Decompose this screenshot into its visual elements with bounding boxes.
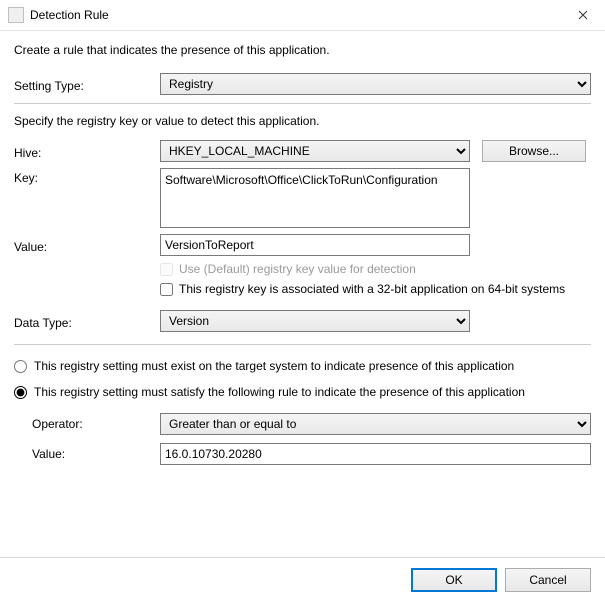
radio-satisfy-label: This registry setting must satisfy the f… (34, 385, 525, 399)
radio-exist-label: This registry setting must exist on the … (34, 359, 514, 373)
footer: OK Cancel (0, 557, 605, 601)
use-default-label: Use (Default) registry key value for det… (179, 262, 416, 276)
hive-label: Hive: (14, 143, 160, 160)
use-default-checkbox (160, 263, 173, 276)
window-icon (8, 7, 24, 23)
window-title: Detection Rule (30, 8, 109, 22)
value-input[interactable] (160, 234, 470, 256)
data-type-select[interactable]: Version (160, 310, 470, 332)
hive-row: Hive: HKEY_LOCAL_MACHINE Browse... (14, 140, 591, 162)
titlebar: Detection Rule (0, 0, 605, 31)
value-label: Value: (14, 237, 160, 254)
key-textarea[interactable]: Software\Microsoft\Office\ClickToRun\Con… (160, 168, 470, 228)
key-row: Key: Software\Microsoft\Office\ClickToRu… (14, 168, 591, 228)
cancel-button[interactable]: Cancel (505, 568, 591, 592)
ok-button[interactable]: OK (411, 568, 497, 592)
is-32bit-checkbox[interactable] (160, 283, 173, 296)
use-default-row: Use (Default) registry key value for det… (160, 262, 591, 276)
browse-button[interactable]: Browse... (482, 140, 586, 162)
is-32bit-label: This registry key is associated with a 3… (179, 282, 565, 296)
radio-satisfy-row: This registry setting must satisfy the f… (14, 385, 591, 399)
close-icon (578, 10, 588, 20)
rule-value-label: Value: (14, 447, 160, 461)
is-32bit-row: This registry key is associated with a 3… (160, 282, 591, 296)
intro-text: Create a rule that indicates the presenc… (14, 43, 591, 57)
registry-sub-text: Specify the registry key or value to det… (14, 114, 591, 128)
radio-exist-row: This registry setting must exist on the … (14, 359, 591, 373)
rule-value-row: Value: (14, 443, 591, 465)
operator-row: Operator: Greater than or equal to (14, 413, 591, 435)
hive-select[interactable]: HKEY_LOCAL_MACHINE (160, 140, 470, 162)
setting-type-row: Setting Type: Registry (14, 73, 591, 95)
rule-value-input[interactable] (160, 443, 591, 465)
data-type-row: Data Type: Version (14, 310, 591, 332)
close-button[interactable] (560, 0, 605, 30)
dialog-content: Create a rule that indicates the presenc… (0, 31, 605, 465)
divider-1 (14, 103, 591, 104)
divider-2 (14, 344, 591, 345)
operator-select[interactable]: Greater than or equal to (160, 413, 591, 435)
data-type-label: Data Type: (14, 313, 160, 330)
radio-exist[interactable] (14, 360, 27, 373)
setting-type-select[interactable]: Registry (160, 73, 591, 95)
setting-type-label: Setting Type: (14, 76, 160, 93)
operator-label: Operator: (14, 417, 160, 431)
key-label: Key: (14, 168, 160, 185)
radio-satisfy[interactable] (14, 386, 27, 399)
value-row: Value: (14, 234, 591, 256)
